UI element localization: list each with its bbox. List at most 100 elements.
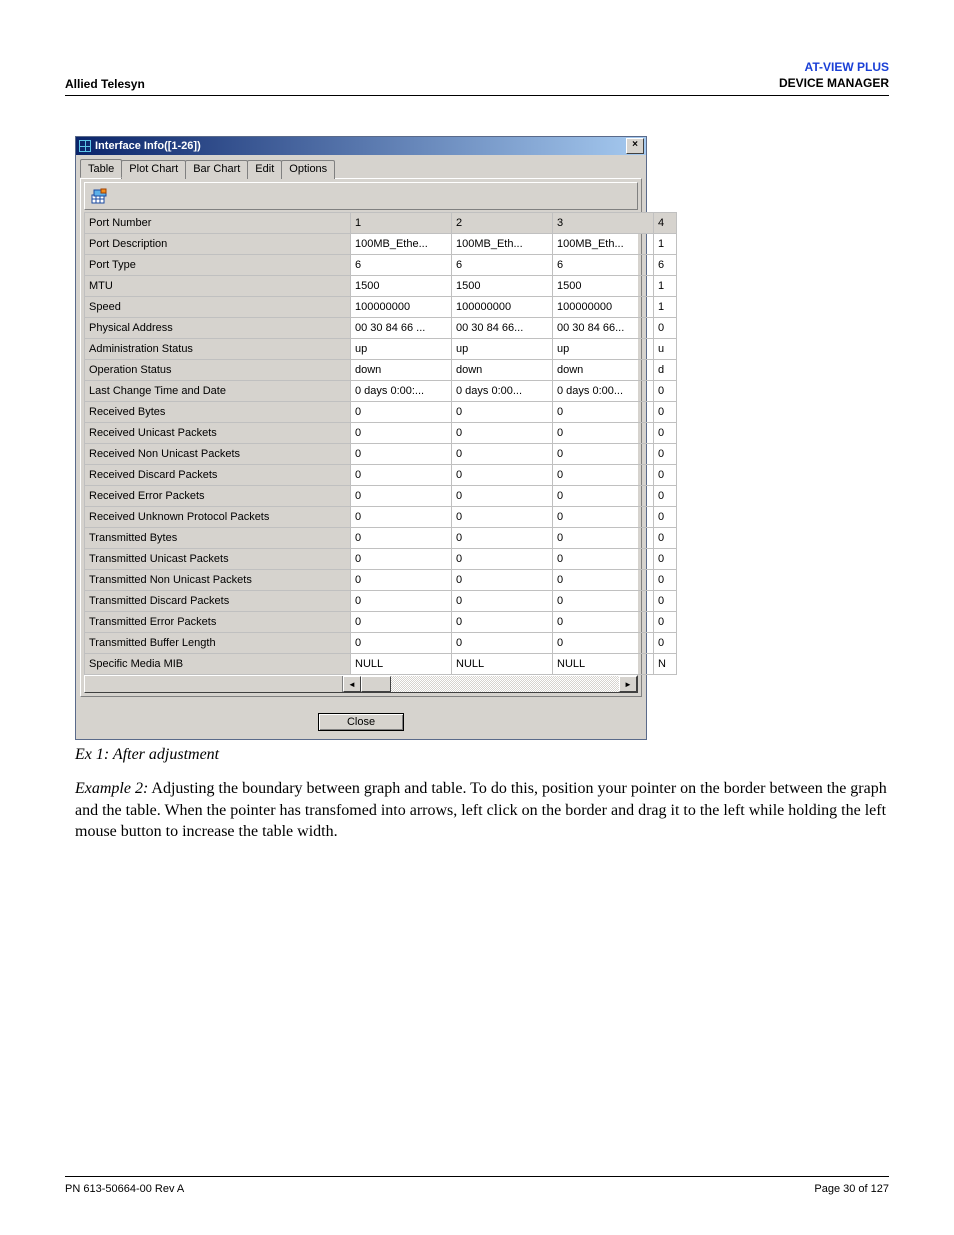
cell[interactable]: 4 (654, 213, 677, 234)
cell[interactable]: 0 (654, 612, 677, 633)
cell[interactable]: 0 (351, 591, 452, 612)
cell[interactable]: NULL (553, 654, 654, 675)
cell[interactable]: 0 (654, 633, 677, 654)
cell[interactable]: NULL (351, 654, 452, 675)
cell[interactable]: 0 (654, 465, 677, 486)
cell[interactable]: 0 (553, 423, 654, 444)
cell[interactable]: 1500 (553, 276, 654, 297)
tab-bar-chart[interactable]: Bar Chart (185, 160, 248, 179)
cell[interactable]: 0 (654, 570, 677, 591)
cell[interactable]: 100000000 (452, 297, 553, 318)
scroll-right-icon[interactable]: ► (619, 676, 637, 692)
cell[interactable]: 0 (452, 507, 553, 528)
close-icon[interactable]: × (626, 138, 644, 154)
cell[interactable]: 100MB_Eth... (553, 234, 654, 255)
cell[interactable]: 0 (452, 633, 553, 654)
cell[interactable]: 1 (654, 276, 677, 297)
table-icon[interactable] (87, 185, 111, 207)
cell[interactable]: down (351, 360, 452, 381)
cell[interactable]: 0 (654, 381, 677, 402)
cell[interactable]: 1500 (351, 276, 452, 297)
cell[interactable]: 0 days 0:00... (452, 381, 553, 402)
cell[interactable]: 3 (553, 213, 654, 234)
cell[interactable]: 0 (351, 633, 452, 654)
cell[interactable]: 0 (654, 507, 677, 528)
cell[interactable]: 0 (654, 549, 677, 570)
cell[interactable]: 100000000 (553, 297, 654, 318)
cell[interactable]: 0 (654, 444, 677, 465)
scroll-left-icon[interactable]: ◄ (343, 676, 361, 692)
cell[interactable]: 00 30 84 66 ... (351, 318, 452, 339)
cell[interactable]: 0 (351, 444, 452, 465)
cell[interactable]: 0 (351, 528, 452, 549)
data-grid[interactable]: Port Number1234Port Description100MB_Eth… (84, 212, 638, 675)
cell[interactable]: 0 (452, 444, 553, 465)
cell[interactable]: 0 (452, 549, 553, 570)
cell[interactable]: 0 (654, 423, 677, 444)
window-titlebar[interactable]: Interface Info([1-26]) × (76, 137, 646, 155)
cell[interactable]: 0 (654, 591, 677, 612)
cell[interactable]: 0 (452, 423, 553, 444)
cell[interactable]: 100000000 (351, 297, 452, 318)
cell[interactable]: NULL (452, 654, 553, 675)
cell[interactable]: N (654, 654, 677, 675)
cell[interactable]: 0 (452, 612, 553, 633)
cell[interactable]: 0 days 0:00... (553, 381, 654, 402)
cell[interactable]: up (351, 339, 452, 360)
cell[interactable]: 0 (351, 549, 452, 570)
cell[interactable]: 0 (452, 465, 553, 486)
cell[interactable]: 0 (351, 612, 452, 633)
cell[interactable]: 0 (351, 486, 452, 507)
tab-plot-chart[interactable]: Plot Chart (121, 160, 186, 179)
cell[interactable]: 6 (452, 255, 553, 276)
cell[interactable]: 0 (553, 591, 654, 612)
tab-table[interactable]: Table (80, 159, 122, 178)
horizontal-scrollbar[interactable]: ◄ ► (84, 675, 638, 693)
cell[interactable]: 100MB_Eth... (452, 234, 553, 255)
cell[interactable]: 6 (553, 255, 654, 276)
close-button[interactable]: Close (318, 713, 404, 731)
scroll-track[interactable] (361, 676, 619, 692)
cell[interactable]: 0 (351, 465, 452, 486)
cell[interactable]: 00 30 84 66... (553, 318, 654, 339)
cell[interactable]: 0 (553, 633, 654, 654)
cell[interactable]: 0 days 0:00:... (351, 381, 452, 402)
cell[interactable]: 6 (654, 255, 677, 276)
cell[interactable]: 100MB_Ethe... (351, 234, 452, 255)
cell[interactable]: 6 (351, 255, 452, 276)
cell[interactable]: 0 (553, 549, 654, 570)
cell[interactable]: u (654, 339, 677, 360)
cell[interactable]: 0 (553, 570, 654, 591)
cell[interactable]: up (553, 339, 654, 360)
cell[interactable]: 0 (654, 486, 677, 507)
cell[interactable]: up (452, 339, 553, 360)
cell[interactable]: 0 (351, 570, 452, 591)
tab-options[interactable]: Options (281, 160, 335, 179)
cell[interactable]: 0 (553, 486, 654, 507)
cell[interactable]: 2 (452, 213, 553, 234)
cell[interactable]: 1 (351, 213, 452, 234)
cell[interactable]: 0 (452, 528, 553, 549)
cell[interactable]: 1500 (452, 276, 553, 297)
cell[interactable]: 0 (553, 444, 654, 465)
scroll-thumb[interactable] (361, 676, 391, 692)
cell[interactable]: 0 (452, 591, 553, 612)
cell[interactable]: 0 (351, 402, 452, 423)
cell[interactable]: down (452, 360, 553, 381)
cell[interactable]: down (553, 360, 654, 381)
cell[interactable]: 00 30 84 66... (452, 318, 553, 339)
cell[interactable]: 0 (351, 507, 452, 528)
cell[interactable]: 0 (452, 402, 553, 423)
cell[interactable]: 0 (452, 570, 553, 591)
cell[interactable]: d (654, 360, 677, 381)
cell[interactable]: 0 (351, 423, 452, 444)
cell[interactable]: 0 (553, 612, 654, 633)
cell[interactable]: 0 (553, 402, 654, 423)
cell[interactable]: 0 (553, 528, 654, 549)
cell[interactable]: 1 (654, 234, 677, 255)
tab-edit[interactable]: Edit (247, 160, 282, 179)
cell[interactable]: 0 (654, 528, 677, 549)
cell[interactable]: 1 (654, 297, 677, 318)
cell[interactable]: 0 (654, 318, 677, 339)
cell[interactable]: 0 (553, 465, 654, 486)
